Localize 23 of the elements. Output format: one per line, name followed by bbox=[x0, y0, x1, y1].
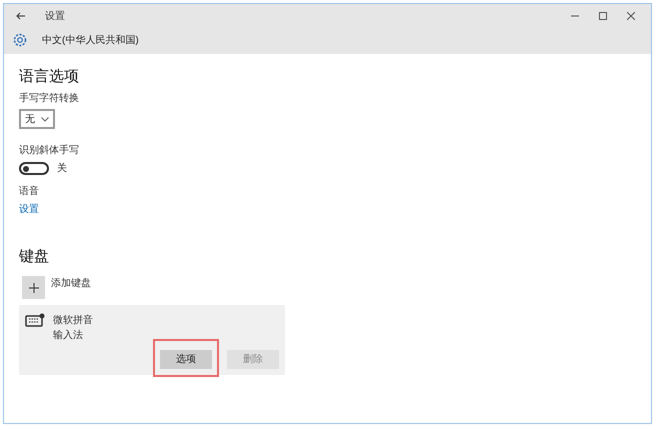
back-icon[interactable] bbox=[16, 12, 26, 20]
section-heading: 键盘 bbox=[19, 247, 49, 267]
keyboard-name: 微软拼音 bbox=[53, 314, 93, 328]
conversion-dropdown[interactable]: 无 bbox=[19, 109, 55, 129]
settings-icon bbox=[12, 32, 28, 48]
speech-settings-link[interactable]: 设置 bbox=[19, 202, 39, 217]
page-title: 中文(中华人民共和国) bbox=[42, 34, 139, 48]
chevron-icon bbox=[41, 116, 49, 122]
keyboard-subtitle: 输入法 bbox=[53, 328, 84, 343]
maximize-icon[interactable] bbox=[599, 12, 607, 20]
add-keyboard-button[interactable] bbox=[22, 276, 45, 299]
close-icon[interactable] bbox=[627, 12, 635, 20]
add-keyboard-label: 添加键盘 bbox=[51, 276, 91, 291]
toggle-state: 关 bbox=[57, 162, 67, 176]
field-label: 识别斜体手写 bbox=[19, 144, 79, 158]
field-label: 语音 bbox=[19, 184, 39, 199]
options-button[interactable]: 选项 bbox=[160, 350, 212, 369]
cursive-toggle[interactable] bbox=[19, 162, 49, 175]
section-heading: 语言选项 bbox=[19, 67, 79, 87]
plus-icon bbox=[28, 282, 38, 292]
keyboard-icon bbox=[25, 313, 45, 327]
window-title: 设置 bbox=[45, 10, 65, 24]
field-label: 手写字符转换 bbox=[19, 92, 79, 106]
